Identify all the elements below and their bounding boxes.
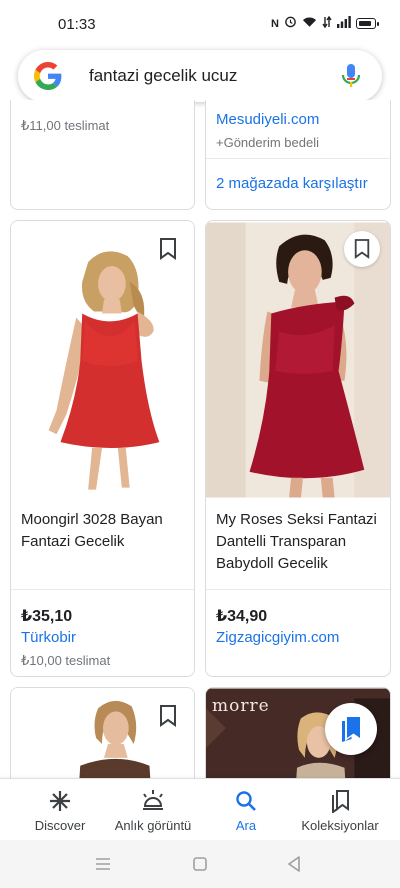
product-card[interactable]: My Roses Seksi Fantazi Dantelli Transpar…	[205, 220, 391, 677]
bookmark-icon[interactable]	[158, 237, 178, 261]
home-icon[interactable]	[193, 857, 207, 871]
menu-icon[interactable]	[95, 857, 111, 871]
snapshot-icon	[143, 790, 163, 810]
bottom-navigation: Discover Anlık görüntü Ara Koleksiyonlar	[0, 778, 400, 840]
divider	[11, 589, 194, 590]
product-card[interactable]: Moongirl 3028 Bayan Fantazi Gecelik ₺35,…	[10, 220, 195, 677]
collections-fab[interactable]	[325, 703, 377, 755]
nav-collections[interactable]: Koleksiyonlar	[292, 779, 388, 841]
nav-snapshot[interactable]: Anlık görüntü	[106, 779, 200, 841]
product-title-line: Babydoll Gecelik	[216, 555, 328, 572]
product-title[interactable]: My Roses Seksi Fantazi Dantelli Transpar…	[216, 509, 377, 575]
status-icons: N	[271, 15, 379, 32]
nav-discover[interactable]: Discover	[18, 779, 102, 841]
product-title-line: Dantelli Transparan	[216, 533, 347, 550]
search-icon	[236, 791, 256, 811]
product-title-line: My Roses Seksi Fantazi	[216, 511, 377, 528]
compare-stores-link[interactable]: 2 mağazada karşılaştır	[216, 175, 368, 192]
product-card-partial-left[interactable]: ₺11,00 teslimat	[10, 100, 195, 210]
asterisk-icon	[50, 791, 70, 811]
status-bar: 01:33 N	[0, 0, 400, 48]
nav-label: Ara	[235, 818, 257, 833]
product-card-partial-right[interactable]: Mesudiyeli.com +Gönderim bedeli 2 mağaza…	[205, 100, 391, 210]
google-logo-icon	[34, 62, 62, 90]
battery-icon	[356, 18, 379, 29]
data-icon	[322, 15, 332, 32]
nav-search[interactable]: Ara	[214, 779, 278, 841]
merchant-link[interactable]: Türkobir	[21, 629, 76, 646]
product-title[interactable]: Moongirl 3028 Bayan Fantazi Gecelik	[21, 509, 163, 553]
merchant-link[interactable]: Zigzagicgiyim.com	[216, 629, 339, 646]
bookmark-icon	[354, 239, 370, 259]
nav-label: Anlık görüntü	[114, 818, 192, 833]
search-input[interactable]: fantazi gecelik ucuz	[89, 66, 237, 86]
divider	[206, 589, 390, 590]
back-icon[interactable]	[287, 856, 301, 872]
nfc-icon: N	[271, 17, 279, 30]
nav-label: Koleksiyonlar	[301, 818, 379, 833]
search-bar[interactable]: fantazi gecelik ucuz	[18, 50, 382, 102]
shipping-text: +Gönderim bedeli	[216, 135, 319, 150]
shipping-text: ₺11,00 teslimat	[21, 118, 110, 133]
status-time: 01:33	[58, 16, 96, 33]
merchant-link[interactable]: Mesudiyeli.com	[216, 111, 319, 128]
product-price: ₺35,10	[21, 608, 73, 625]
signal-icon	[337, 15, 351, 32]
collections-bookmark-icon	[342, 717, 360, 742]
divider	[206, 158, 390, 159]
product-image[interactable]	[11, 221, 194, 501]
nav-label: Discover	[34, 818, 86, 833]
bookmark-button[interactable]	[344, 231, 380, 267]
brand-logo-text: morre	[212, 696, 270, 716]
bookmark-icon[interactable]	[158, 704, 178, 728]
wifi-icon	[302, 16, 317, 32]
mic-icon[interactable]	[340, 63, 362, 89]
alarm-icon	[284, 15, 297, 32]
product-price: ₺34,90	[216, 608, 268, 625]
system-navigation-bar	[0, 840, 400, 888]
collections-icon	[332, 790, 349, 813]
product-title-line: Moongirl 3028 Bayan	[21, 511, 163, 528]
product-title-line: Fantazi Gecelik	[21, 533, 125, 550]
shipping-text: ₺10,00 teslimat	[21, 653, 111, 668]
